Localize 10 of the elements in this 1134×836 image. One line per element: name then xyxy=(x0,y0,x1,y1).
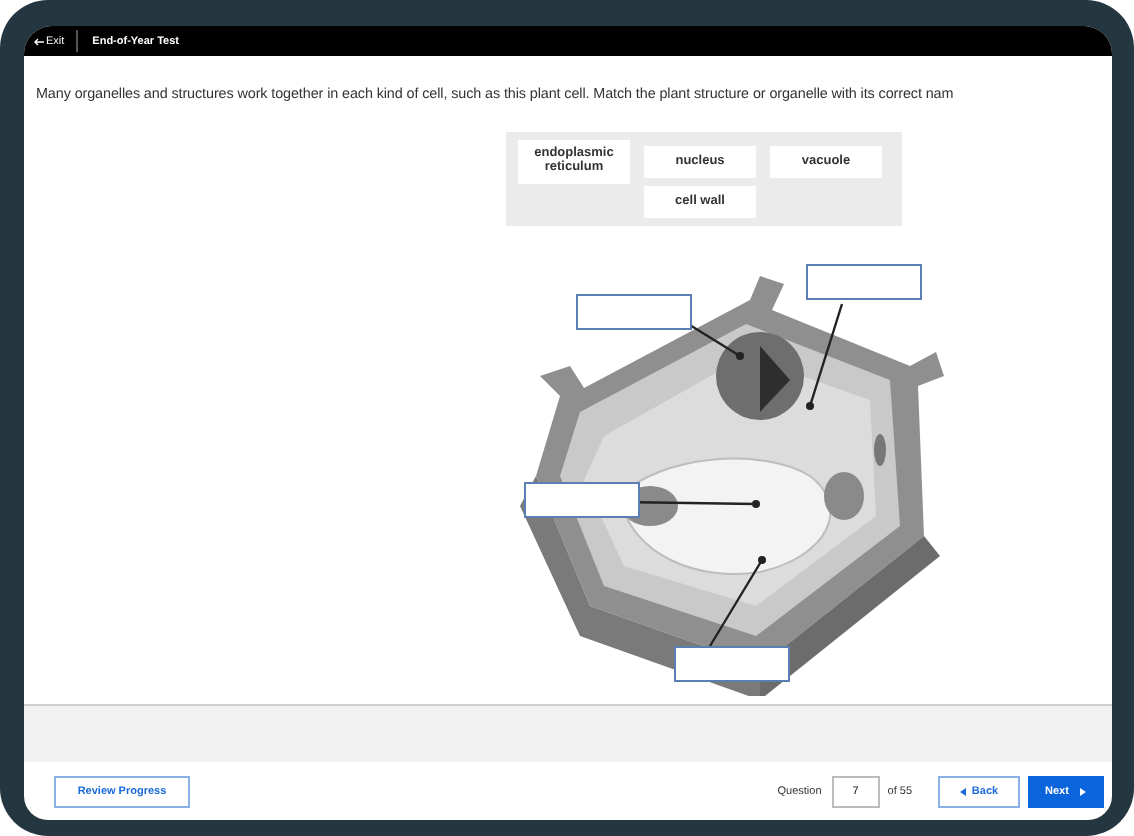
leader-line xyxy=(708,556,766,647)
triangle-left-icon xyxy=(959,787,966,795)
arrow-left-icon xyxy=(34,37,44,45)
triangle-right-icon xyxy=(1080,787,1087,795)
drop-box[interactable] xyxy=(674,646,790,682)
nucleus-drawing xyxy=(716,332,804,420)
drop-box[interactable] xyxy=(576,294,692,330)
leader-line xyxy=(806,303,844,410)
drop-box[interactable] xyxy=(524,482,640,518)
drop-box[interactable] xyxy=(806,264,922,300)
